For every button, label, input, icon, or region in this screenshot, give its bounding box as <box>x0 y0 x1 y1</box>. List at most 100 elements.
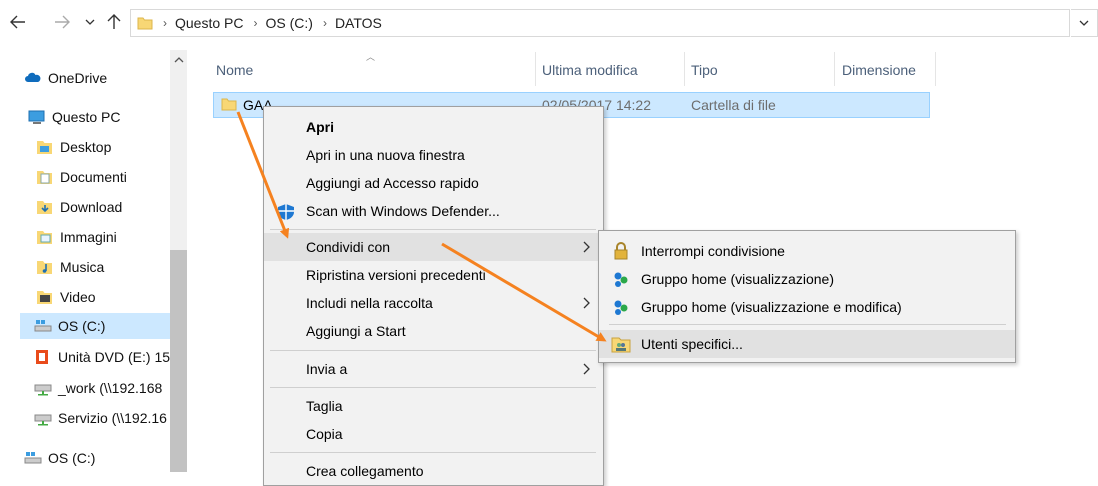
menu-item-apri-nuova-finestra[interactable]: Apri in una nuova finestra <box>264 141 603 169</box>
menu-item-aggiungi-start[interactable]: Aggiungi a Start <box>264 317 603 345</box>
nav-item-onedrive[interactable]: OneDrive <box>24 65 170 91</box>
nav-item-label: Musica <box>60 259 105 275</box>
network-drive-icon <box>34 384 52 396</box>
column-divider[interactable] <box>684 52 685 86</box>
file-type: Cartella di file <box>691 97 776 113</box>
nav-pane-scrollbar[interactable] <box>170 50 187 472</box>
menu-item-ripristina-versioni[interactable]: Ripristina versioni precedenti <box>264 261 603 289</box>
computer-icon <box>28 110 45 124</box>
nav-item-download[interactable]: Download <box>36 194 170 220</box>
download-folder-icon <box>37 201 52 214</box>
menu-item-accesso-rapido[interactable]: Aggiungi ad Accesso rapido <box>264 169 603 197</box>
menu-item-label: Aggiungi a Start <box>306 323 406 339</box>
menu-item-taglia[interactable]: Taglia <box>264 392 603 420</box>
nav-item-os-c[interactable]: OS (C:) <box>20 313 170 339</box>
nav-item-label: OneDrive <box>48 70 108 86</box>
sort-indicator-icon: ︿ <box>366 52 376 62</box>
column-header-name[interactable]: Nome <box>216 58 253 82</box>
folder-icon <box>137 17 153 30</box>
chevron-right-icon <box>583 363 590 375</box>
forward-arrow-icon <box>55 15 70 29</box>
menu-item-label: Apri <box>306 119 334 135</box>
nav-item-immagini[interactable]: Immagini <box>36 224 170 250</box>
submenu-item-utenti-specifici[interactable]: Utenti specifici... <box>599 330 1015 358</box>
menu-item-copia[interactable]: Copia <box>264 420 603 448</box>
submenu-item-gruppo-home-mod[interactable]: Gruppo home (visualizzazione e modifica) <box>599 293 1015 321</box>
menu-item-condividi-con[interactable]: Condividi con <box>264 233 603 261</box>
chevron-right-icon <box>583 297 590 309</box>
nav-item-questo-pc[interactable]: Questo PC <box>28 104 170 130</box>
share-submenu: Interrompi condivisione Gruppo home (vis… <box>598 230 1016 363</box>
up-arrow-icon <box>107 14 121 29</box>
scroll-up-button[interactable] <box>170 50 187 70</box>
breadcrumb-os-c[interactable]: OS (C:) <box>265 15 312 31</box>
pictures-icon <box>37 231 52 244</box>
chevron-down-icon <box>1079 20 1089 26</box>
column-divider[interactable] <box>935 52 936 86</box>
users-icon <box>611 337 631 353</box>
recent-locations-button[interactable] <box>78 8 102 36</box>
column-header-modified[interactable]: Ultima modifica <box>542 58 638 82</box>
submenu-item-gruppo-home-vis[interactable]: Gruppo home (visualizzazione) <box>599 265 1015 293</box>
video-icon <box>37 291 52 304</box>
submenu-item-label: Gruppo home (visualizzazione) <box>641 271 834 287</box>
nav-item-dvd-drive[interactable]: Unità DVD (E:) 15 <box>34 344 170 370</box>
column-header-type[interactable]: Tipo <box>691 58 718 82</box>
chevron-right-icon <box>583 241 590 253</box>
nav-item-video[interactable]: Video <box>36 284 170 310</box>
scroll-thumb[interactable] <box>170 250 187 472</box>
homegroup-icon <box>614 300 628 315</box>
menu-item-scan-defender[interactable]: Scan with Windows Defender... <box>264 197 603 225</box>
breadcrumb-questo-pc[interactable]: Questo PC <box>175 15 243 31</box>
address-bar[interactable]: › Questo PC › OS (C:) › DATOS <box>130 9 1070 37</box>
menu-separator <box>609 324 1006 325</box>
menu-item-label: Ripristina versioni precedenti <box>306 267 486 283</box>
nav-item-os-c-2[interactable]: OS (C:) <box>24 445 170 471</box>
breadcrumb-separator: › <box>322 16 327 30</box>
nav-item-label: Questo PC <box>52 109 121 125</box>
breadcrumb-separator: › <box>253 16 258 30</box>
menu-item-label: Apri in una nuova finestra <box>306 147 465 163</box>
nav-item-musica[interactable]: Musica <box>36 254 170 280</box>
menu-item-apri[interactable]: Apri <box>264 113 603 141</box>
column-divider[interactable] <box>535 52 536 86</box>
submenu-item-label: Interrompi condivisione <box>641 243 785 259</box>
nav-item-label: OS (C:) <box>48 450 96 466</box>
shield-icon <box>278 204 294 220</box>
menu-item-label: Invia a <box>306 361 348 377</box>
menu-item-invia-a[interactable]: Invia a <box>264 355 603 383</box>
menu-separator <box>270 452 596 453</box>
music-icon <box>37 261 52 274</box>
menu-separator <box>270 387 596 388</box>
nav-item-label: Download <box>60 199 123 215</box>
back-button[interactable] <box>6 8 30 36</box>
menu-item-crea-collegamento[interactable]: Crea collegamento <box>264 457 603 485</box>
menu-separator <box>270 229 596 230</box>
breadcrumb-datos[interactable]: DATOS <box>335 15 382 31</box>
nav-item-label: Documenti <box>60 169 127 185</box>
nav-item-label: Desktop <box>60 139 112 155</box>
nav-item-servizio-network[interactable]: Servizio (\\192.16 <box>34 405 170 431</box>
nav-item-label: Immagini <box>60 229 117 245</box>
column-divider[interactable] <box>834 52 835 86</box>
back-arrow-icon <box>10 15 25 29</box>
menu-item-includi-raccolta[interactable]: Includi nella raccolta <box>264 289 603 317</box>
menu-item-label: Crea collegamento <box>306 463 424 479</box>
context-menu: Apri Apri in una nuova finestra Aggiungi… <box>263 106 604 486</box>
nav-item-work-network[interactable]: _work (\\192.168 <box>34 375 170 401</box>
nav-item-documenti[interactable]: Documenti <box>36 164 170 190</box>
folder-icon <box>221 98 237 111</box>
nav-item-desktop[interactable]: Desktop <box>36 134 170 160</box>
nav-item-label: Servizio (\\192.16 <box>58 410 167 426</box>
chevron-up-icon <box>174 57 183 63</box>
forward-button[interactable] <box>50 8 74 36</box>
address-dropdown-button[interactable] <box>1071 9 1098 37</box>
menu-item-label: Taglia <box>306 398 343 414</box>
submenu-item-label: Utenti specifici... <box>641 336 743 352</box>
up-button[interactable] <box>102 8 126 36</box>
submenu-item-interrompi-condivisione[interactable]: Interrompi condivisione <box>599 237 1015 265</box>
drive-icon <box>24 452 42 464</box>
desktop-folder-icon <box>37 141 52 154</box>
nav-item-label: Video <box>60 289 96 305</box>
column-header-size[interactable]: Dimensione <box>842 58 916 82</box>
